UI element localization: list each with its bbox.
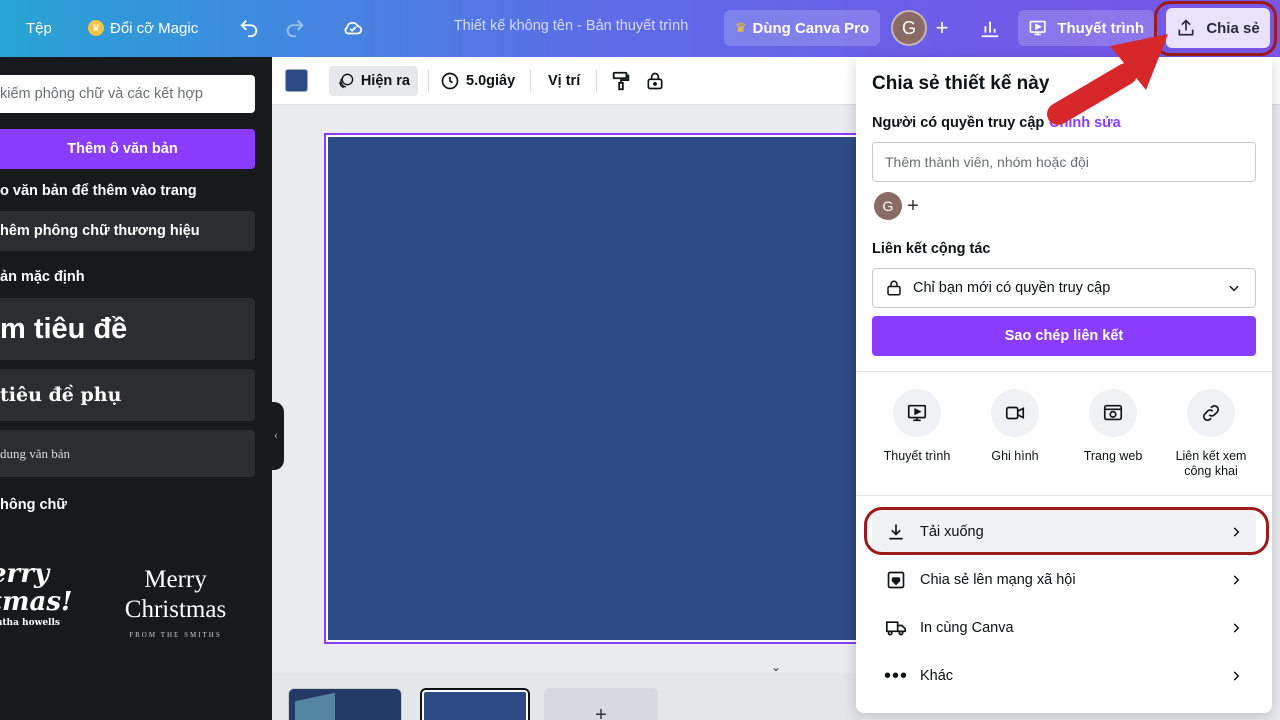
share-panel-title: Chia sẻ thiết kế này (872, 73, 1050, 94)
plus-icon: + (595, 704, 607, 720)
user-avatar[interactable]: G (891, 10, 927, 46)
share-option-record[interactable]: Ghi hình (970, 389, 1060, 464)
link-access-value: Chỉ bạn mới có quyền truy cập (913, 280, 1111, 296)
document-title[interactable]: Thiết kế không tên - Bản thuyết trình (430, 18, 712, 34)
duration-button[interactable]: 5.0giây (440, 66, 515, 96)
crown-icon: ♛ (88, 20, 104, 36)
lock-icon[interactable] (645, 66, 665, 96)
print-row[interactable]: In cùng Canva (872, 606, 1256, 650)
copy-style-icon[interactable] (610, 66, 632, 96)
redo-icon[interactable] (278, 11, 312, 45)
magic-resize-label: Đổi cỡ Magic (110, 19, 199, 37)
chevron-down-icon (1229, 285, 1239, 292)
font-combos-heading: hông chữ (0, 497, 67, 513)
social-share-row[interactable]: Chia sẻ lên mạng xã hội (872, 558, 1256, 602)
share-option-public-link[interactable]: Liên kết xem công khai (1166, 389, 1256, 479)
cloud-saved-icon[interactable] (336, 11, 370, 45)
panel-divider (856, 495, 1272, 496)
animation-icon (339, 73, 354, 89)
undo-icon[interactable] (232, 11, 266, 45)
combo-serif-christmas[interactable]: Merry Christmas FROM THE SMITHS (108, 565, 243, 639)
subheading-sample-label: tiêu đề phụ (0, 384, 122, 406)
toolbar-divider (596, 70, 597, 92)
animate-button[interactable]: Hiện ra (329, 66, 418, 96)
combo-left-line2: tmas! (0, 587, 73, 617)
slide-background (328, 137, 860, 640)
lock-icon (887, 280, 901, 296)
camera-icon (991, 389, 1039, 437)
sidebar-hint: o văn bản để thêm vào trang (0, 183, 197, 199)
more-row[interactable]: ••• Khác (872, 654, 1256, 698)
add-person-icon[interactable]: + (902, 195, 924, 217)
link-access-select[interactable]: Chỉ bạn mới có quyền truy cập (872, 268, 1256, 308)
chevron-right-icon (1216, 668, 1256, 684)
heading-sample[interactable]: m tiêu đề (0, 298, 255, 360)
slide-canvas[interactable] (324, 133, 864, 644)
body-sample[interactable]: dung văn bản (0, 430, 255, 477)
default-styles-heading: ản mặc định (0, 269, 85, 285)
more-icon: ••• (883, 664, 908, 687)
toolbar-divider (428, 70, 429, 92)
combo-script-christmas[interactable]: erry tmas! antha howells (0, 560, 80, 650)
canva-pro-label: Dùng Canva Pro (752, 19, 870, 37)
duration-label: 5.0giây (466, 73, 516, 89)
copy-link-button[interactable]: Sao chép liên kết (872, 316, 1256, 356)
toolbar-divider (530, 70, 531, 92)
website-icon (1089, 389, 1137, 437)
body-sample-label: dung văn bản (0, 445, 71, 461)
social-share-label: Chia sẻ lên mạng xã hội (920, 572, 1076, 588)
file-menu-label: Tệp (26, 19, 52, 37)
annotation-arrow (1047, 34, 1168, 125)
font-search-input[interactable]: kiếm phông chữ và các kết hợp (0, 75, 255, 113)
share-option-present[interactable]: Thuyết trình (872, 389, 962, 464)
page-thumbnail-2[interactable] (420, 688, 530, 720)
combo-left-line3: antha howells (0, 618, 60, 628)
collaborator-avatar[interactable]: G (874, 192, 902, 220)
access-label: Người có quyền truy cập (872, 115, 1045, 131)
share-option-label: Ghi hình (991, 449, 1039, 463)
combo-left-line1: erry (0, 559, 50, 589)
chevron-right-icon (1216, 572, 1256, 588)
thumbnail-illustration (295, 692, 335, 720)
truck-icon (872, 618, 920, 638)
magic-resize-button[interactable]: ♛ Đổi cỡ Magic (78, 10, 208, 46)
add-collaborator-icon[interactable]: + (925, 11, 959, 45)
page-thumbnail-1[interactable] (288, 688, 402, 720)
animate-label: Hiện ra (360, 73, 410, 89)
position-button[interactable]: Vị trí (548, 66, 580, 96)
combo-right-line3: FROM THE SMITHS (129, 631, 222, 639)
share-option-website[interactable]: Trang web (1068, 389, 1158, 464)
crown-icon: ♛ (734, 20, 747, 35)
chevron-left-icon: ‹ (274, 430, 278, 442)
more-label: Khác (920, 668, 954, 684)
combo-right-line2: Christmas (124, 596, 227, 623)
brand-fonts-button[interactable]: hêm phông chữ thương hiệu (0, 211, 255, 251)
heading-sample-label: m tiêu đề (0, 312, 128, 345)
chevron-down-icon: ⌄ (770, 660, 782, 674)
invite-input[interactable]: Thêm thành viên, nhóm hoặc đội (872, 142, 1256, 182)
print-label: In cùng Canva (920, 620, 1014, 636)
chevron-right-icon (1216, 620, 1256, 636)
combo-right-line1: Merry (144, 566, 207, 593)
position-label: Vị trí (548, 73, 581, 89)
panel-divider (856, 371, 1272, 372)
link-icon (1187, 389, 1235, 437)
share-option-label: Thuyết trình (883, 449, 951, 463)
canva-pro-button[interactable]: ♛ Dùng Canva Pro (724, 10, 880, 46)
collapse-sidebar-handle[interactable]: ‹ (268, 402, 284, 470)
present-icon (893, 389, 941, 437)
share-option-label: Liên kết xem công khai (1175, 449, 1247, 478)
download-highlight-ring (864, 507, 1269, 555)
add-page-button[interactable]: + (544, 688, 658, 720)
subheading-sample[interactable]: tiêu đề phụ (0, 369, 255, 421)
collab-link-label: Liên kết cộng tác (872, 241, 991, 257)
file-menu-button[interactable]: Tệp (16, 10, 62, 46)
share-option-label: Trang web (1083, 449, 1143, 463)
clock-icon (441, 72, 459, 90)
add-textbox-button[interactable]: Thêm ô văn bản (0, 129, 255, 169)
background-color-swatch[interactable] (285, 69, 308, 92)
heart-icon (872, 570, 920, 590)
brand-fonts-label: hêm phông chữ thương hiệu (0, 223, 200, 239)
analytics-icon[interactable] (973, 11, 1007, 45)
